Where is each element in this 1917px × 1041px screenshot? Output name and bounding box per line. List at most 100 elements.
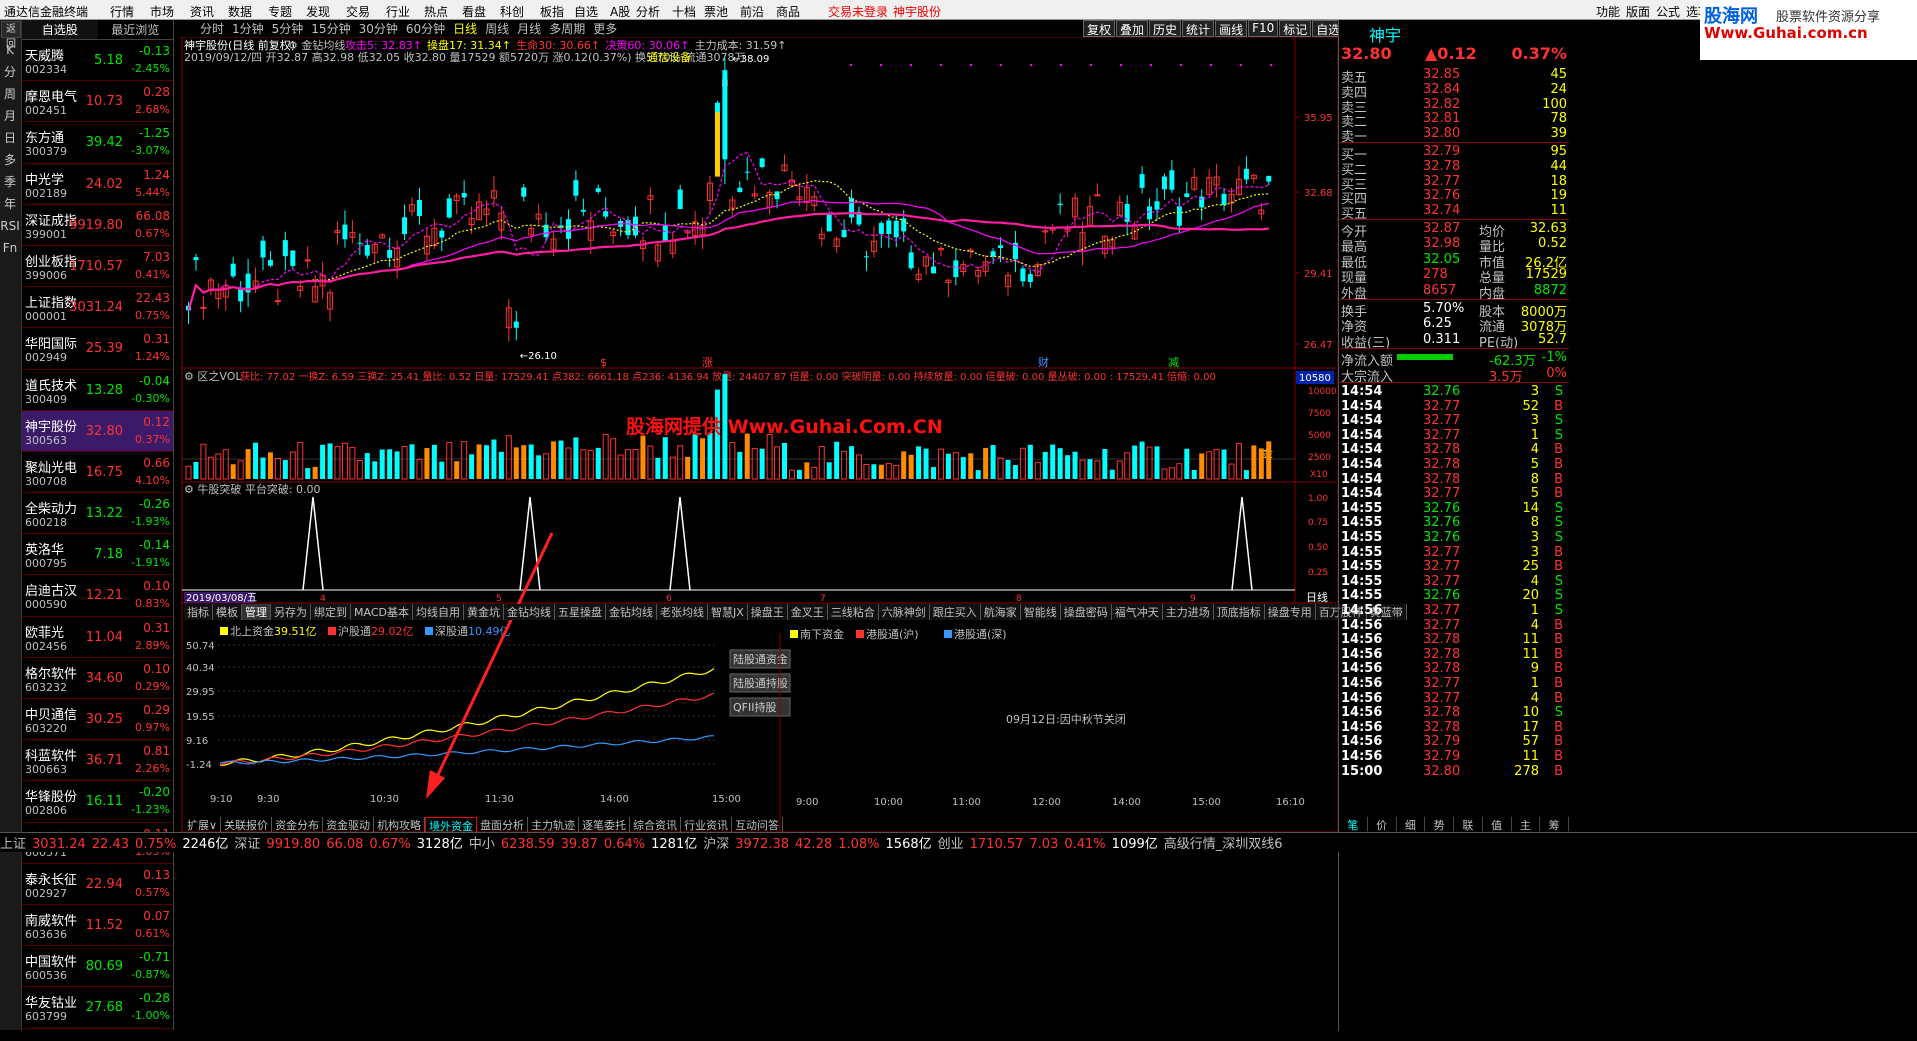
menu-item[interactable]: 分析	[636, 3, 660, 20]
watchlist-row[interactable]: 泰永长征 002927 22.94 0.13 0.57%	[22, 864, 173, 905]
menu-item[interactable]: 发现	[306, 3, 330, 20]
menu-item[interactable]: 市场	[150, 3, 174, 20]
ask-row[interactable]: 卖二 32.81 78	[1339, 111, 1569, 130]
toolstrip-button[interactable]: 周	[0, 83, 20, 105]
menu-item[interactable]: 票池	[704, 3, 728, 20]
watchlist-row[interactable]: 上证指数 000001 3031.24 22.43 0.75%	[22, 287, 173, 329]
menu-right-item[interactable]: 版面	[1626, 3, 1650, 20]
bottom-tab[interactable]: 主力轨迹	[528, 817, 580, 833]
period-tab[interactable]: 1分钟	[232, 22, 264, 36]
toolstrip-button[interactable]: K	[0, 39, 20, 61]
menu-item[interactable]: 十档	[672, 3, 696, 20]
indicator-tab[interactable]: 操盘密码	[1060, 604, 1112, 620]
toolstrip-button[interactable]: 多	[0, 149, 20, 171]
menu-item[interactable]: 资讯	[190, 3, 214, 20]
quote-tab[interactable]: 值	[1483, 817, 1512, 832]
ask-row[interactable]: 卖一 32.80 39	[1339, 126, 1569, 145]
indicator-tab[interactable]: 金叉王	[787, 604, 828, 620]
watchlist-row[interactable]: 科蓝软件 300663 36.71 0.81 2.26%	[22, 740, 173, 782]
tab-recent[interactable]: 最近浏览	[98, 20, 174, 39]
quote-tab[interactable]: 价	[1368, 817, 1397, 832]
toolstrip-button[interactable]: 季	[0, 171, 20, 193]
menu-right-item[interactable]: 功能	[1596, 3, 1620, 20]
chart-tool-button[interactable]: 历史	[1149, 20, 1182, 37]
indicator-tab[interactable]: 航海家	[980, 604, 1021, 620]
bottom-tab[interactable]: 境外资金	[425, 817, 478, 833]
indicator-tab[interactable]: 指标	[184, 604, 213, 620]
indicator-tab[interactable]: 黄金坑	[463, 604, 504, 620]
watchlist-row[interactable]: 格尔软件 603232 34.60 0.10 0.29%	[22, 658, 173, 699]
watchlist-row[interactable]: 天威腾 002334 5.18 -0.13 -2.45%	[22, 40, 173, 82]
watchlist-row[interactable]: 深证成指 399001 9919.80 66.08 0.67%	[22, 205, 173, 246]
toolstrip-button[interactable]: 分	[0, 61, 20, 83]
indicator-tab[interactable]: 绑定到	[311, 604, 351, 620]
indicator-tab[interactable]: 金钻均线	[605, 604, 657, 620]
quote-tab[interactable]: 势	[1425, 817, 1454, 832]
current-stock[interactable]: 神宇股份	[893, 3, 941, 20]
bottom-tab[interactable]: 资金分布	[272, 817, 324, 833]
toolstrip-button[interactable]: 年	[0, 193, 20, 215]
quote-tab[interactable]: 细	[1397, 817, 1426, 832]
period-tab[interactable]: 月线	[517, 22, 541, 36]
menu-item[interactable]: A股	[610, 3, 630, 20]
period-tab[interactable]: 更多	[593, 22, 617, 36]
watchlist-row[interactable]: 华友钴业 603799 27.68 -0.28 -1.00%	[22, 987, 173, 1029]
watchlist-row[interactable]: 全柴动力 600218 13.22 -0.26 -1.93%	[22, 493, 173, 535]
indicator-tab[interactable]: 金钻均线	[503, 604, 555, 620]
menu-item[interactable]: 板指	[540, 3, 564, 20]
bid-row[interactable]: 买三 32.77 18	[1339, 174, 1569, 193]
period-tab[interactable]: 日线	[453, 22, 477, 36]
chart-tool-button[interactable]: 标记	[1279, 20, 1312, 37]
toolstrip-button[interactable]: 月	[0, 105, 20, 127]
indicator-tab[interactable]: 主力进场	[1162, 604, 1214, 620]
tab-watchlist[interactable]: 自选股	[22, 20, 98, 39]
indicator-tab[interactable]: 智能线	[1020, 604, 1061, 620]
menu-item[interactable]: 数据	[228, 3, 252, 20]
indicator-tab[interactable]: 另存为	[271, 604, 311, 620]
toolstrip-button[interactable]: RSI	[0, 215, 20, 237]
watchlist-row[interactable]: 欧菲光 002456 11.04 0.31 2.89%	[22, 617, 173, 658]
chart-tool-button[interactable]: F10	[1248, 20, 1279, 37]
indicator-tab[interactable]: 均线自用	[412, 604, 464, 620]
indicator-tab[interactable]: 智慧JX	[707, 604, 748, 620]
menu-item[interactable]: 前沿	[740, 3, 764, 20]
chart-tool-button[interactable]: 叠加	[1116, 20, 1149, 37]
bottom-tab[interactable]: 资金驱动	[323, 817, 375, 833]
watchlist-row[interactable]: 中国软件 600536 80.69 -0.71 -0.87%	[22, 946, 173, 988]
period-tab[interactable]: 15分钟	[311, 22, 350, 36]
menu-item[interactable]: 商品	[776, 3, 800, 20]
watchlist-row[interactable]: 摩恩电气 002451 10.73 0.28 2.68%	[22, 81, 173, 123]
menu-item[interactable]: 行情	[110, 3, 134, 20]
bottom-tab[interactable]: 机构攻略	[374, 817, 426, 833]
indicator-tab[interactable]: 操盘专用	[1264, 604, 1316, 620]
quote-tab[interactable]: 筹	[1540, 817, 1569, 832]
indicator-tab[interactable]: 跟庄买入	[929, 604, 981, 620]
bottom-tab[interactable]: 盘面分析	[477, 817, 529, 833]
quote-tab[interactable]: 联	[1454, 817, 1483, 832]
menu-right-item[interactable]: 公式	[1656, 3, 1680, 20]
bottom-tab[interactable]: 综合资讯	[630, 817, 682, 833]
bid-row[interactable]: 买四 32.76 19	[1339, 188, 1569, 207]
period-tab[interactable]: 分时	[200, 22, 224, 36]
indicator-tab[interactable]: MACD基本	[351, 604, 413, 620]
period-tab[interactable]: 5分钟	[272, 22, 304, 36]
bottom-tab[interactable]: 逐笔委托	[579, 817, 631, 833]
ask-row[interactable]: 卖四 32.84 24	[1339, 82, 1569, 101]
watchlist-row[interactable]: 英洛华 000795 7.18 -0.14 -1.91%	[22, 534, 173, 576]
period-tab[interactable]: 60分钟	[406, 22, 445, 36]
indicator-tab[interactable]: 模板	[213, 604, 242, 620]
indicator-tab[interactable]: 福气冲天	[1111, 604, 1163, 620]
bottom-tab[interactable]: 行业资讯	[681, 817, 733, 833]
period-tab[interactable]: 多周期	[549, 22, 585, 36]
ask-row[interactable]: 卖三 32.82 100	[1339, 97, 1569, 116]
ask-row[interactable]: 卖五 32.85 45	[1339, 67, 1569, 86]
indicator-tab[interactable]: 老张均线	[656, 604, 708, 620]
menu-item[interactable]: 热点	[424, 3, 448, 20]
watchlist-row[interactable]: 神宇股份 300563 32.80 0.12 0.37%	[22, 410, 173, 452]
indicator-tab[interactable]: 三线粘合	[827, 604, 879, 620]
watchlist-row[interactable]: 中贝通信 603220 30.25 0.29 0.97%	[22, 699, 173, 741]
indicator-tab[interactable]: 顶底指标	[1213, 604, 1265, 620]
indicator-tab[interactable]: 管理	[242, 604, 271, 620]
watchlist-row[interactable]: 华锋股份 002806 16.11 -0.20 -1.23%	[22, 781, 173, 823]
watchlist-row[interactable]: 华阳国际 002949 25.39 0.31 1.24%	[22, 328, 173, 370]
